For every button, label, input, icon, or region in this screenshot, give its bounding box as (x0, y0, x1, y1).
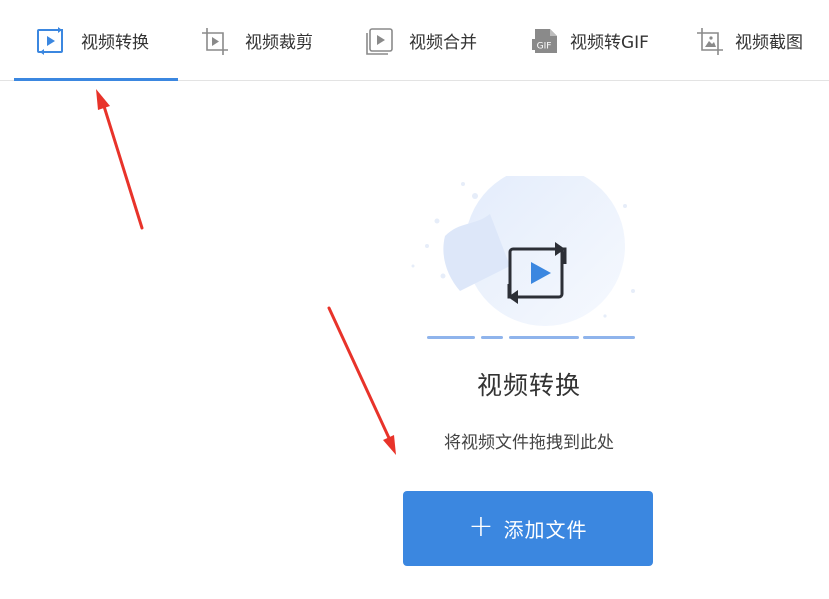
tab-video-crop[interactable]: 视频裁剪 (200, 0, 313, 81)
add-file-button[interactable]: + 添加文件 (403, 491, 653, 566)
video-merge-icon (364, 26, 394, 56)
tab-label: 视频转换 (81, 33, 149, 53)
tab-video-merge[interactable]: 视频合并 (364, 0, 477, 81)
tab-label: 视频截图 (735, 33, 803, 53)
tab-video-convert[interactable]: 视频转换 (36, 0, 149, 81)
screenshot-icon (695, 26, 725, 56)
annotation-arrow-tab (96, 89, 144, 230)
tab-label: 视频裁剪 (245, 33, 313, 53)
add-file-label: 添加文件 (503, 518, 588, 542)
svg-text:GIF: GIF (537, 41, 552, 51)
tab-label: 视频转GIF (570, 33, 649, 53)
gif-icon: GIF (530, 26, 560, 56)
active-tab-indicator (14, 78, 178, 81)
plus-icon: + (468, 509, 494, 544)
video-crop-icon (200, 26, 230, 56)
tab-bar: 视频转换 视频裁剪 视频合并 GIF 视频转GIF 视频截图 (0, 0, 829, 81)
page-title: 视频转换 (476, 371, 581, 400)
tab-video-to-gif[interactable]: GIF 视频转GIF (530, 0, 649, 81)
video-convert-illustration (405, 166, 645, 346)
video-convert-icon (36, 26, 66, 56)
drop-hint: 将视频文件拖拽到此处 (444, 433, 614, 453)
annotation-arrow-button (327, 306, 396, 455)
tab-video-screenshot[interactable]: 视频截图 (695, 0, 803, 81)
tab-label: 视频合并 (409, 33, 477, 53)
